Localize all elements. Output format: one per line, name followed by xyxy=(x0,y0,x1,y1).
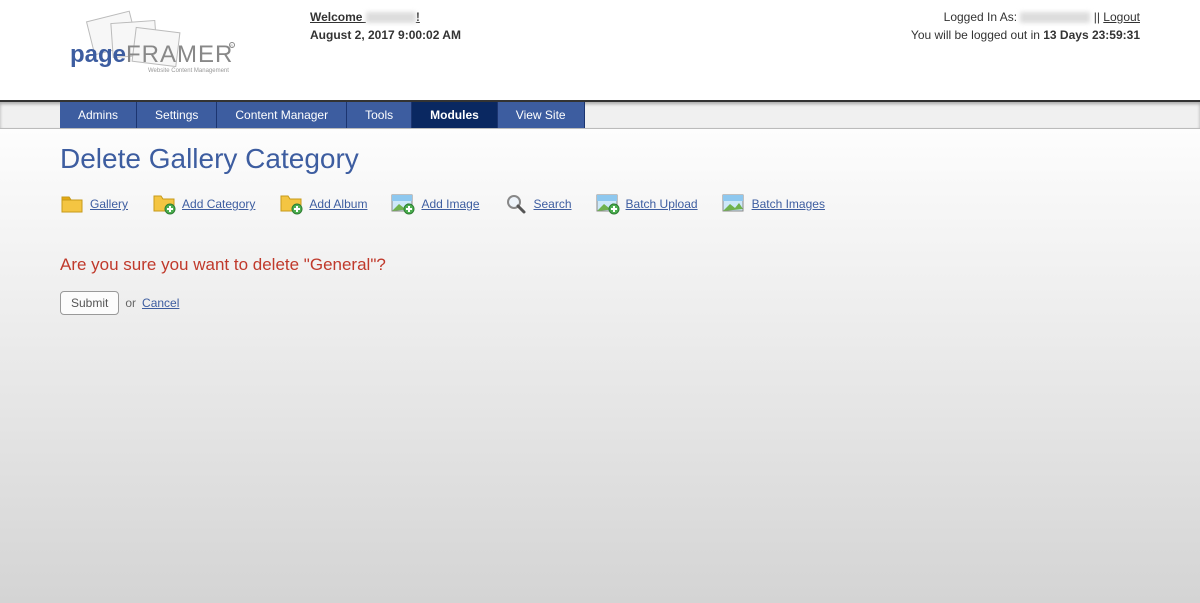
cancel-link[interactable]: Cancel xyxy=(142,296,179,310)
or-text: or xyxy=(125,296,136,310)
nav-tab-tools[interactable]: Tools xyxy=(347,102,412,128)
tool-add-image[interactable]: Add Image xyxy=(391,193,479,215)
sep: || xyxy=(1090,10,1103,24)
tool-batch-images-link[interactable]: Batch Images xyxy=(752,197,825,211)
login-info: Logged In As: || Logout You will be logg… xyxy=(911,10,1140,42)
tool-add-album-link[interactable]: Add Album xyxy=(309,197,367,211)
tool-gallery[interactable]: Gallery xyxy=(60,193,128,215)
folder-icon xyxy=(60,193,84,215)
nav-bar: AdminsSettingsContent ManagerToolsModule… xyxy=(0,100,1200,129)
pageframer-logo: page FRAMER R Website Content Management xyxy=(60,10,240,90)
welcome-block: Welcome ! August 2, 2017 9:00:02 AM xyxy=(310,10,461,42)
tool-add-image-link[interactable]: Add Image xyxy=(421,197,479,211)
nav-tab-modules[interactable]: Modules xyxy=(412,102,498,128)
login-name-redacted xyxy=(1020,12,1090,23)
search-icon xyxy=(504,193,528,215)
tool-batch-upload-link[interactable]: Batch Upload xyxy=(626,197,698,211)
tool-batch-images[interactable]: Batch Images xyxy=(722,193,825,215)
nav-tab-content-manager[interactable]: Content Manager xyxy=(217,102,347,128)
action-row: Submit or Cancel xyxy=(60,291,1140,315)
logged-in-label: Logged In As: xyxy=(944,10,1021,24)
image-icon xyxy=(722,193,746,215)
image-plus-icon xyxy=(596,193,620,215)
image-plus-icon xyxy=(391,193,415,215)
brand-text-page: page xyxy=(70,41,126,68)
tool-search-link[interactable]: Search xyxy=(534,197,572,211)
nav-tab-settings[interactable]: Settings xyxy=(137,102,217,128)
logout-link[interactable]: Logout xyxy=(1103,10,1140,24)
current-datetime: August 2, 2017 9:00:02 AM xyxy=(310,28,461,42)
folder-plus-icon xyxy=(279,193,303,215)
nav-tab-view-site[interactable]: View Site xyxy=(498,102,585,128)
tool-search[interactable]: Search xyxy=(504,193,572,215)
content: Delete Gallery Category Gallery Add Cate… xyxy=(0,129,1200,603)
folder-plus-icon xyxy=(152,193,176,215)
brand-text-framer: FRAMER xyxy=(126,41,233,68)
expire-label: You will be logged out in xyxy=(911,28,1043,42)
submit-button[interactable]: Submit xyxy=(60,291,119,315)
tool-add-category-link[interactable]: Add Category xyxy=(182,197,255,211)
brand-tagline: Website Content Management xyxy=(148,68,229,74)
page-title: Delete Gallery Category xyxy=(60,143,1140,175)
brand-logo: page FRAMER R Website Content Management xyxy=(60,10,310,90)
confirm-message: Are you sure you want to delete "General… xyxy=(60,255,1140,275)
welcome-suffix: ! xyxy=(416,10,420,24)
header: page FRAMER R Website Content Management… xyxy=(0,0,1200,100)
tool-batch-upload[interactable]: Batch Upload xyxy=(596,193,698,215)
nav-tab-admins[interactable]: Admins xyxy=(60,102,137,128)
gallery-toolbar: Gallery Add Category Add Album xyxy=(60,193,1140,215)
username-redacted xyxy=(366,12,416,23)
expire-countdown: 13 Days 23:59:31 xyxy=(1043,28,1140,42)
tool-add-category[interactable]: Add Category xyxy=(152,193,255,215)
tool-gallery-link[interactable]: Gallery xyxy=(90,197,128,211)
tool-add-album[interactable]: Add Album xyxy=(279,193,367,215)
welcome-label: Welcome xyxy=(310,10,366,24)
